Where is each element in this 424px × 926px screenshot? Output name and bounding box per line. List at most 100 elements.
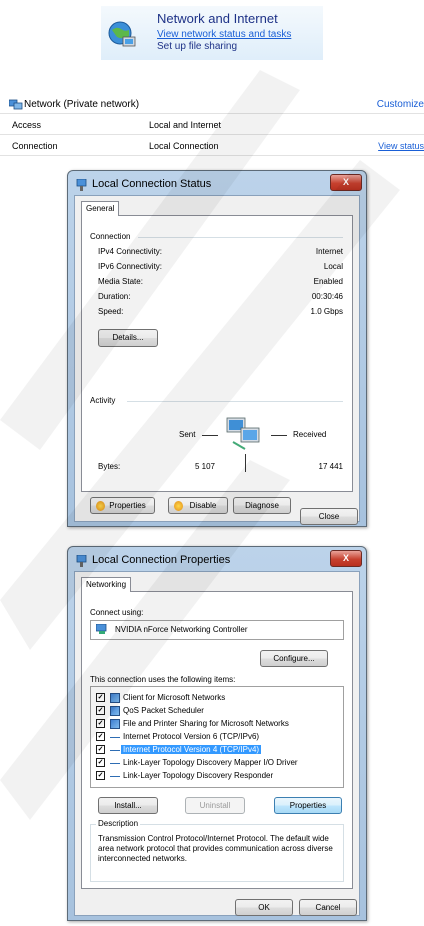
- list-item[interactable]: ✓ Client for Microsoft Networks: [91, 692, 341, 704]
- shield-icon: [96, 501, 105, 511]
- properties-button-label: Properties: [109, 501, 146, 510]
- tab-general[interactable]: General: [81, 201, 120, 216]
- item-label: File and Printer Sharing for Microsoft N…: [123, 719, 289, 728]
- access-label: Access: [12, 120, 42, 130]
- item-checkbox[interactable]: ✓: [96, 771, 105, 780]
- item-label: QoS Packet Scheduler: [123, 706, 204, 715]
- tab-networking[interactable]: Networking: [81, 577, 132, 592]
- general-tab-panel: [81, 215, 353, 492]
- item-label: Internet Protocol Version 4 (TCP/IPv4): [121, 745, 262, 754]
- item-checkbox[interactable]: ✓: [96, 758, 105, 767]
- customize-link[interactable]: Customize: [370, 99, 424, 110]
- status-row-value: 1.0 Gbps: [310, 307, 343, 316]
- network-adapter-icon: [96, 624, 107, 634]
- access-value: Local and Internet: [149, 120, 222, 130]
- protocol-icon: [110, 776, 120, 777]
- group-divider: [138, 237, 343, 238]
- item-checkbox[interactable]: ✓: [96, 706, 105, 715]
- divider: [0, 155, 424, 156]
- status-row-value: Internet: [315, 247, 343, 256]
- item-properties-button[interactable]: Properties: [274, 797, 342, 814]
- status-client-area: General Connection IPv4 Connectivity: Int…: [74, 195, 360, 522]
- status-row-value: Enabled: [313, 277, 343, 286]
- configure-button[interactable]: Configure...: [260, 650, 328, 667]
- sent-line: [202, 435, 218, 436]
- list-item[interactable]: ✓ File and Printer Sharing for Microsoft …: [91, 718, 341, 730]
- properties-window-close-button[interactable]: X: [330, 550, 362, 567]
- ok-button[interactable]: OK: [235, 899, 293, 916]
- local-connection-properties-window: Local Connection Properties X Networking…: [67, 546, 367, 921]
- bytes-sent-value: 5 107: [194, 462, 215, 471]
- properties-button[interactable]: Properties: [90, 497, 155, 514]
- uninstall-button[interactable]: Uninstall: [185, 797, 245, 814]
- received-label: Received: [293, 430, 327, 439]
- item-label: Link-Layer Topology Discovery Responder: [123, 771, 274, 780]
- disable-button-label: Disable: [189, 501, 217, 510]
- connect-using-label: Connect using:: [90, 608, 144, 617]
- network-globe-icon: [108, 21, 136, 47]
- protocol-icon: [110, 763, 120, 764]
- bytes-separator: [245, 454, 246, 472]
- description-text: Transmission Control Protocol/Internet P…: [98, 834, 333, 863]
- install-button[interactable]: Install...: [98, 797, 158, 814]
- banner-title[interactable]: Network and Internet: [157, 11, 278, 26]
- list-item[interactable]: ✓ Internet Protocol Version 4 (TCP/IPv4): [91, 744, 341, 756]
- connection-title-icon: [76, 555, 87, 567]
- connection-group-label: Connection: [90, 232, 131, 241]
- group-divider: [127, 401, 343, 402]
- shield-icon: [174, 501, 183, 511]
- divider: [0, 134, 424, 135]
- items-list: ✓ Client for Microsoft Networks ✓ QoS Packe…: [90, 686, 344, 788]
- network-service-icon: [110, 693, 120, 703]
- item-checkbox[interactable]: ✓: [96, 719, 105, 728]
- network-service-icon: [110, 719, 120, 729]
- set-up-file-sharing-link[interactable]: Set up file sharing: [157, 41, 237, 52]
- list-item[interactable]: ✓ Internet Protocol Version 6 (TCP/IPv6): [91, 731, 341, 743]
- view-status-link[interactable]: View status: [360, 141, 424, 151]
- protocol-icon: [110, 750, 120, 751]
- properties-window-title: Local Connection Properties: [92, 554, 231, 566]
- sent-label: Sent: [179, 430, 196, 439]
- network-computers-icon: [226, 417, 260, 450]
- activity-group-label: Activity: [90, 396, 116, 405]
- status-window-title: Local Connection Status: [92, 178, 212, 190]
- status-row-label: IPv6 Connectivity:: [98, 262, 163, 271]
- description-label: Description: [96, 819, 141, 828]
- close-button[interactable]: Close: [300, 508, 358, 525]
- list-item[interactable]: ✓ Link-Layer Topology Discovery Responder: [91, 770, 341, 782]
- local-connection-status-window: Local Connection Status X General Connec…: [67, 170, 367, 527]
- network-and-internet-banner[interactable]: Network and Internet View network status…: [101, 6, 323, 60]
- properties-client-area: Networking Connect using: NVIDIA nForce …: [74, 571, 360, 916]
- list-item[interactable]: ✓ QoS Packet Scheduler: [91, 705, 341, 717]
- diagnose-button[interactable]: Diagnose: [233, 497, 291, 514]
- connection-label: Connection: [12, 141, 58, 151]
- view-network-status-link[interactable]: View network status and tasks: [157, 29, 291, 40]
- item-checkbox[interactable]: ✓: [96, 732, 105, 741]
- status-row-label: Media State:: [98, 277, 143, 286]
- network-bench-icon: [9, 99, 23, 110]
- status-row-value: Local: [323, 262, 343, 271]
- details-button[interactable]: Details...: [98, 329, 158, 347]
- cancel-button[interactable]: Cancel: [299, 899, 357, 916]
- items-label: This connection uses the following items…: [90, 675, 236, 684]
- adapter-field: NVIDIA nForce Networking Controller: [90, 620, 344, 640]
- adapter-name: NVIDIA nForce Networking Controller: [115, 625, 248, 634]
- protocol-icon: [110, 737, 120, 738]
- divider: [0, 113, 424, 114]
- item-checkbox[interactable]: ✓: [96, 745, 105, 754]
- received-line: [271, 435, 287, 436]
- item-checkbox[interactable]: ✓: [96, 693, 105, 702]
- bytes-label: Bytes:: [98, 462, 121, 471]
- status-row-label: Speed:: [98, 307, 124, 316]
- status-row-value: 00:30:46: [311, 292, 343, 301]
- item-label: Link-Layer Topology Discovery Mapper I/O…: [123, 758, 298, 767]
- status-window-close-button[interactable]: X: [330, 174, 362, 191]
- list-item[interactable]: ✓ Link-Layer Topology Discovery Mapper I/…: [91, 757, 341, 769]
- status-row-label: IPv4 Connectivity:: [98, 247, 163, 256]
- status-row-label: Duration:: [98, 292, 131, 301]
- connection-title-icon: [76, 179, 87, 191]
- connection-value: Local Connection: [149, 141, 219, 151]
- item-label: Client for Microsoft Networks: [123, 693, 226, 702]
- disable-button[interactable]: Disable: [168, 497, 228, 514]
- network-name: Network (Private network): [24, 99, 140, 110]
